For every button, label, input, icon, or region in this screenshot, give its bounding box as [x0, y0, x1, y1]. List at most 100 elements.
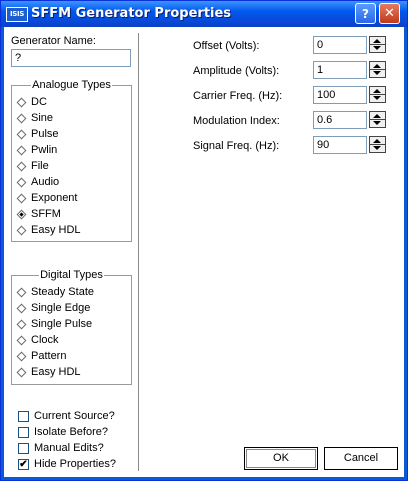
isolate-before-checkbox[interactable]: Isolate Before? — [18, 425, 108, 439]
radio-label: File — [31, 160, 49, 172]
signal-freq-label: Signal Freq. (Hz): — [193, 140, 280, 152]
help-button[interactable]: ? — [355, 3, 376, 24]
modulation-index-label: Modulation Index: — [193, 115, 280, 127]
checkbox-label: Current Source? — [34, 410, 115, 422]
radio-audio[interactable]: Audio — [16, 175, 59, 189]
radio-label: Pattern — [31, 350, 67, 362]
radio-diamond-icon — [16, 161, 27, 171]
offset-label: Offset (Volts): — [193, 40, 260, 52]
analogue-types-title: Analogue Types — [31, 79, 112, 91]
radio-diamond-icon — [16, 177, 27, 187]
manual-edits-checkbox[interactable]: Manual Edits? — [18, 441, 104, 455]
radio-steady-state[interactable]: Steady State — [16, 285, 94, 299]
radio-diamond-icon — [16, 319, 27, 329]
radio-diamond-icon — [16, 113, 27, 123]
radio-diamond-icon — [16, 145, 27, 155]
checkmark-icon: ✔ — [18, 458, 29, 470]
radio-easy-hdl-analogue[interactable]: Easy HDL — [16, 223, 81, 237]
radio-label: Single Pulse — [31, 318, 93, 330]
close-button[interactable]: ✕ — [379, 3, 400, 24]
amplitude-label: Amplitude (Volts): — [193, 65, 280, 77]
generator-name-input[interactable]: ? — [11, 49, 131, 67]
radio-diamond-icon — [16, 367, 27, 377]
digital-types-group: Digital Types Steady State Single Edge S… — [11, 269, 132, 385]
radio-label: Steady State — [31, 286, 94, 298]
dialog-body: Generator Name: ? Analogue Types DC Sine… — [4, 27, 404, 477]
ok-button-label: OK — [273, 452, 289, 464]
spin-down-icon — [373, 71, 381, 75]
radio-label: Sine — [31, 112, 54, 124]
radio-single-edge[interactable]: Single Edge — [16, 301, 90, 315]
radio-label: DC — [31, 96, 47, 108]
spin-up-icon — [373, 64, 381, 68]
radio-diamond-icon — [16, 225, 27, 235]
radio-diamond-icon — [16, 287, 27, 297]
spin-up-icon — [373, 139, 381, 143]
radio-easy-hdl-digital[interactable]: Easy HDL — [16, 365, 81, 379]
radio-label: Pwlin — [31, 144, 58, 156]
radio-dc[interactable]: DC — [16, 95, 47, 109]
radio-diamond-icon — [16, 97, 27, 107]
radio-label: Audio — [31, 176, 60, 188]
radio-label: Easy HDL — [31, 366, 81, 378]
radio-exponent[interactable]: Exponent — [16, 191, 77, 205]
radio-label: Pulse — [31, 128, 59, 140]
checkbox-label: Manual Edits? — [34, 442, 104, 454]
carrier-freq-label: Carrier Freq. (Hz): — [193, 90, 283, 102]
radio-sffm[interactable]: SFFM — [16, 207, 61, 221]
checkbox-box — [18, 410, 29, 422]
radio-diamond-selected-icon — [16, 209, 27, 219]
spin-down-icon — [373, 121, 381, 125]
spin-up-icon — [373, 39, 381, 43]
cancel-button-label: Cancel — [343, 452, 379, 464]
radio-pattern[interactable]: Pattern — [16, 349, 66, 363]
modulation-index-input[interactable]: 0.6 — [313, 111, 367, 129]
ok-button[interactable]: OK — [244, 447, 318, 470]
radio-clock[interactable]: Clock — [16, 333, 59, 347]
checkbox-box — [18, 426, 29, 438]
checkbox-box — [18, 442, 29, 454]
radio-diamond-icon — [16, 303, 27, 313]
offset-spinner[interactable] — [369, 36, 386, 53]
radio-pwlin[interactable]: Pwlin — [16, 143, 57, 157]
amplitude-input[interactable]: 1 — [313, 61, 367, 79]
radio-label: Single Edge — [31, 302, 91, 314]
modulation-index-spinner[interactable] — [369, 111, 386, 128]
carrier-freq-input[interactable]: 100 — [313, 86, 367, 104]
window-title: SFFM Generator Properties — [31, 6, 232, 21]
cancel-button[interactable]: Cancel — [324, 447, 398, 470]
radio-single-pulse[interactable]: Single Pulse — [16, 317, 92, 331]
app-icon: ISIS — [6, 7, 28, 22]
hide-properties-checkbox[interactable]: ✔ Hide Properties? — [18, 457, 116, 471]
checkbox-label: Isolate Before? — [34, 426, 108, 438]
current-source-checkbox[interactable]: Current Source? — [18, 409, 115, 423]
amplitude-spinner[interactable] — [369, 61, 386, 78]
spin-up-icon — [373, 89, 381, 93]
radio-diamond-icon — [16, 193, 27, 203]
radio-label: SFFM — [31, 208, 61, 220]
analogue-types-group: Analogue Types DC Sine Pulse Pwlin File … — [11, 79, 132, 242]
spin-down-icon — [373, 96, 381, 100]
spin-down-icon — [373, 146, 381, 150]
spin-down-icon — [373, 46, 381, 50]
spin-up-icon — [373, 114, 381, 118]
radio-diamond-icon — [16, 351, 27, 361]
radio-diamond-icon — [16, 335, 27, 345]
signal-freq-input[interactable]: 90 — [313, 136, 367, 154]
radio-label: Clock — [31, 334, 59, 346]
radio-file[interactable]: File — [16, 159, 49, 173]
digital-types-title: Digital Types — [39, 269, 104, 281]
title-bar[interactable]: ISIS SFFM Generator Properties ? ✕ — [1, 1, 407, 27]
checkbox-label: Hide Properties? — [34, 458, 116, 470]
generator-name-label: Generator Name: — [11, 35, 96, 47]
radio-pulse[interactable]: Pulse — [16, 127, 59, 141]
radio-label: Exponent — [31, 192, 78, 204]
radio-label: Easy HDL — [31, 224, 81, 236]
vertical-divider — [138, 33, 140, 471]
signal-freq-spinner[interactable] — [369, 136, 386, 153]
offset-input[interactable]: 0 — [313, 36, 367, 54]
carrier-freq-spinner[interactable] — [369, 86, 386, 103]
radio-sine[interactable]: Sine — [16, 111, 53, 125]
dialog-window: ISIS SFFM Generator Properties ? ✕ Gener… — [0, 0, 408, 481]
radio-diamond-icon — [16, 129, 27, 139]
